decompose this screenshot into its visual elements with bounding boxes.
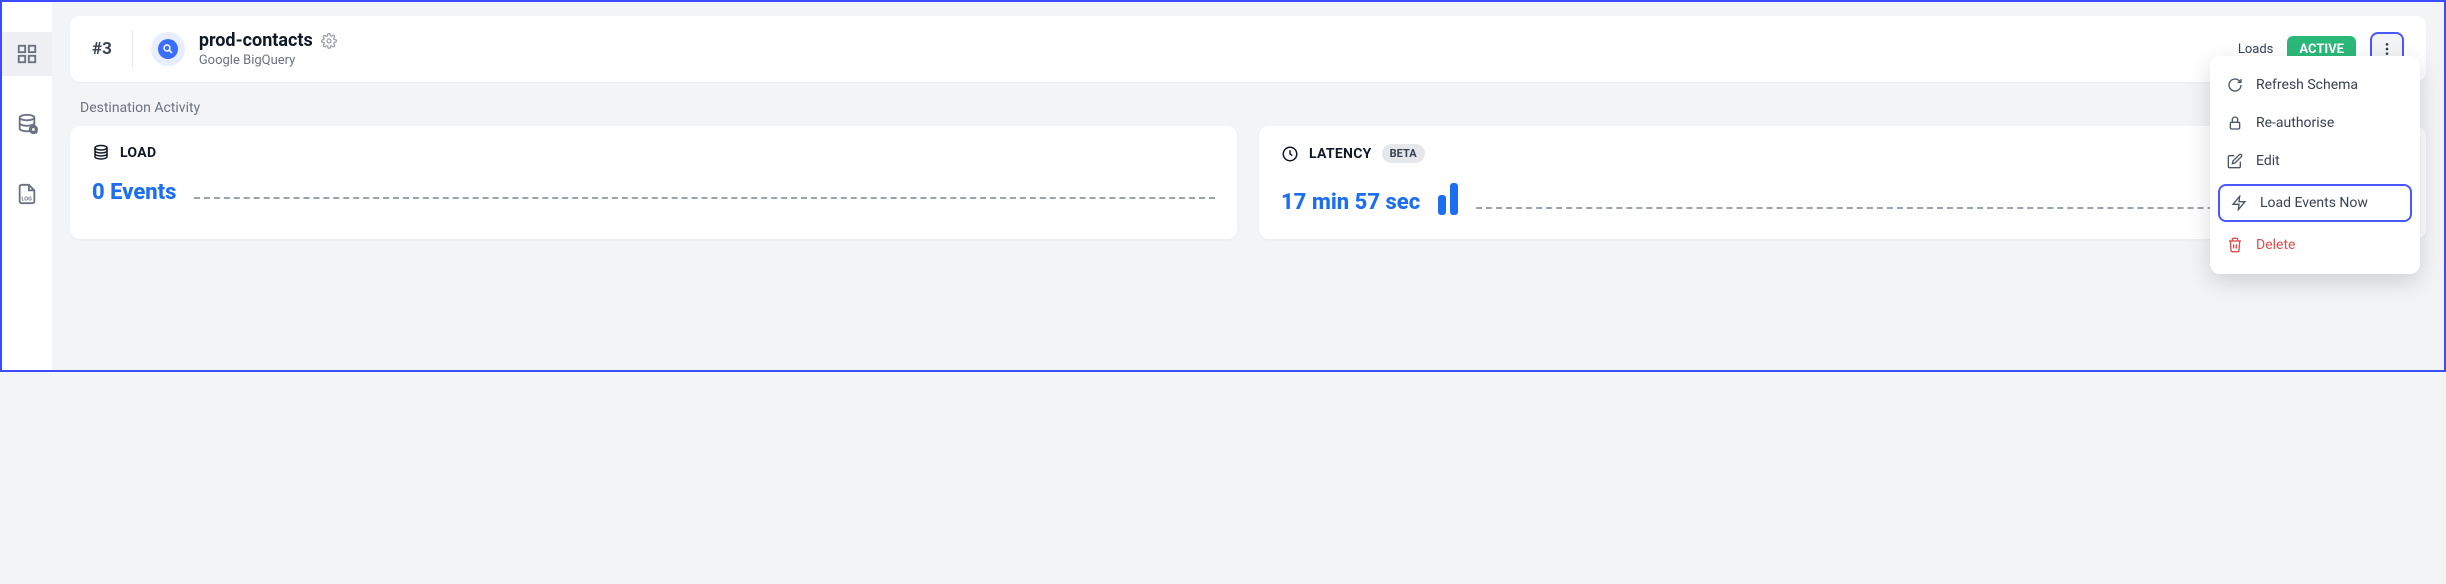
- menu-delete-label: Delete: [2256, 237, 2295, 253]
- actions-menu: Refresh Schema Re-authorise Edit Load Ev…: [2210, 56, 2420, 274]
- load-card: LOAD 0 Events: [70, 126, 1237, 239]
- clock-icon: [1281, 145, 1299, 163]
- menu-reauthorise[interactable]: Re-authorise: [2210, 104, 2420, 142]
- menu-edit-label: Edit: [2256, 153, 2280, 169]
- database-icon: [16, 113, 38, 135]
- destination-index: #3: [92, 39, 112, 59]
- latency-label: LATENCY: [1309, 146, 1372, 162]
- load-label: LOAD: [120, 145, 156, 161]
- activity-title: Destination Activity: [80, 100, 200, 116]
- main-content: #3 prod-contacts Google BigQuery Loads A…: [52, 2, 2444, 370]
- svg-text:LOG: LOG: [22, 196, 33, 202]
- latency-value: 17 min 57 sec: [1281, 190, 1420, 215]
- bigquery-icon: [151, 32, 185, 66]
- menu-reauth-label: Re-authorise: [2256, 115, 2334, 131]
- loads-label: Loads: [2238, 42, 2274, 57]
- menu-edit[interactable]: Edit: [2210, 142, 2420, 180]
- menu-refresh-label: Refresh Schema: [2256, 77, 2358, 93]
- beta-badge: BETA: [1382, 144, 1425, 163]
- edit-icon: [2226, 152, 2244, 170]
- menu-load-events-now[interactable]: Load Events Now: [2218, 184, 2412, 222]
- sidebar: LOG: [2, 2, 52, 370]
- destination-title: prod-contacts: [199, 30, 313, 51]
- menu-delete[interactable]: Delete: [2210, 226, 2420, 264]
- divider: [132, 31, 133, 67]
- menu-load-now-label: Load Events Now: [2260, 195, 2368, 211]
- lock-icon: [2226, 114, 2244, 132]
- log-file-icon: LOG: [16, 183, 38, 205]
- latency-sparkline: [1438, 181, 1458, 215]
- sidebar-item-dashboard[interactable]: [2, 32, 52, 76]
- sidebar-item-log[interactable]: LOG: [2, 172, 52, 216]
- load-sparkline: [194, 197, 1215, 199]
- sidebar-item-database[interactable]: [2, 102, 52, 146]
- lightning-icon: [2230, 194, 2248, 212]
- grid-icon: [16, 43, 38, 65]
- refresh-icon: [2226, 76, 2244, 94]
- gear-icon[interactable]: [321, 33, 337, 49]
- destination-header: #3 prod-contacts Google BigQuery Loads A…: [70, 16, 2426, 82]
- dots-vertical-icon: [2379, 41, 2395, 57]
- trash-icon: [2226, 236, 2244, 254]
- menu-refresh-schema[interactable]: Refresh Schema: [2210, 66, 2420, 104]
- database-stack-icon: [92, 144, 110, 162]
- load-value: 0 Events: [92, 180, 176, 205]
- destination-subtitle: Google BigQuery: [199, 53, 337, 68]
